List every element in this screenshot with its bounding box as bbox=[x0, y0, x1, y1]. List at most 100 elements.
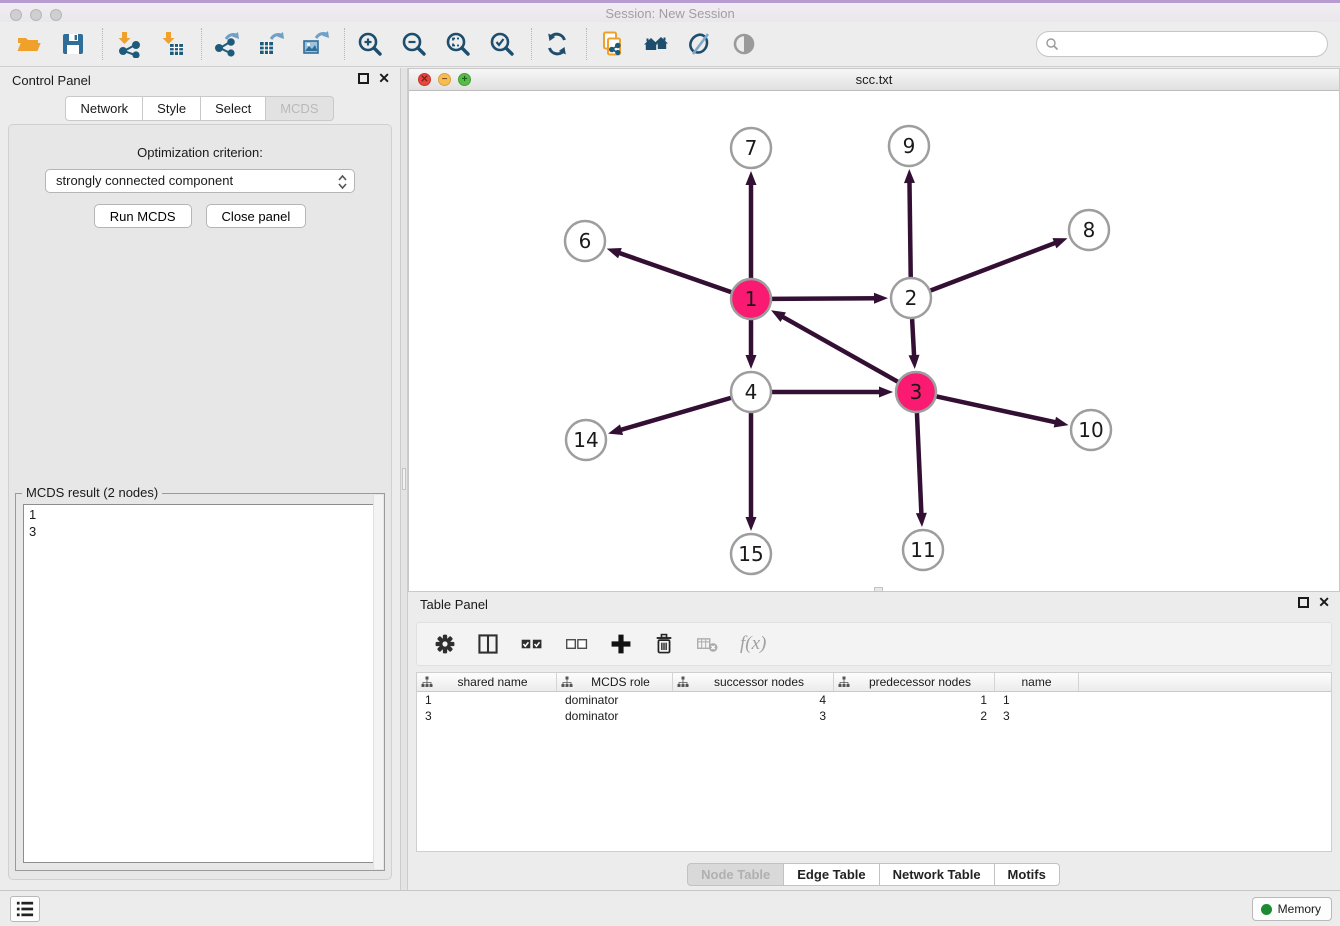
cell-predecessor-nodes[interactable]: 2 bbox=[834, 708, 995, 724]
float-panel-icon[interactable] bbox=[358, 73, 369, 84]
cell-name[interactable]: 1 bbox=[995, 692, 1079, 708]
column-header-name[interactable]: name bbox=[995, 673, 1079, 691]
zoom-out-button[interactable] bbox=[397, 27, 431, 61]
function-builder-button[interactable]: f(x) bbox=[740, 633, 766, 655]
cell-shared-name[interactable]: 3 bbox=[417, 708, 557, 724]
cell-successor-nodes[interactable]: 3 bbox=[673, 708, 834, 724]
search-field[interactable] bbox=[1036, 31, 1328, 57]
contrast-eye-button[interactable] bbox=[727, 27, 761, 61]
mcds-result-text[interactable]: 1 3 bbox=[23, 504, 377, 863]
memory-label: Memory bbox=[1278, 902, 1321, 916]
table-tab-network-table[interactable]: Network Table bbox=[879, 863, 995, 886]
zoom-in-button[interactable] bbox=[353, 27, 387, 61]
edge-1-2[interactable] bbox=[772, 298, 879, 299]
import-table-button[interactable] bbox=[155, 27, 189, 61]
export-image-button[interactable] bbox=[298, 27, 332, 61]
vertical-splitter[interactable] bbox=[400, 68, 408, 890]
export-table-icon bbox=[257, 30, 285, 58]
run-mcds-button[interactable]: Run MCDS bbox=[94, 204, 192, 228]
zoom-selected-icon bbox=[488, 30, 516, 58]
refresh-icon bbox=[543, 30, 571, 58]
graph-node-2[interactable]: 2 bbox=[891, 278, 931, 318]
close-table-panel-icon[interactable]: ✕ bbox=[1318, 597, 1330, 608]
memory-button[interactable]: Memory bbox=[1252, 897, 1332, 921]
cell-MCDS-role[interactable]: dominator bbox=[557, 692, 673, 708]
apply-layout-button[interactable] bbox=[540, 27, 574, 61]
cell-name[interactable]: 3 bbox=[995, 708, 1079, 724]
close-panel-button[interactable]: Close panel bbox=[206, 204, 307, 228]
search-input[interactable] bbox=[1059, 34, 1327, 54]
edge-2-8[interactable] bbox=[931, 241, 1059, 290]
column-header-MCDS-role[interactable]: MCDS role bbox=[557, 673, 673, 691]
cell-successor-nodes[interactable]: 4 bbox=[673, 692, 834, 708]
zoom-fit-button[interactable] bbox=[441, 27, 475, 61]
home-button[interactable] bbox=[639, 27, 673, 61]
control-tab-mcds[interactable]: MCDS bbox=[265, 96, 333, 121]
export-table-button[interactable] bbox=[254, 27, 288, 61]
column-header-successor-nodes[interactable]: successor nodes bbox=[673, 673, 834, 691]
control-tab-style[interactable]: Style bbox=[142, 96, 201, 121]
edge-2-3[interactable] bbox=[912, 319, 914, 360]
split-columns-button[interactable] bbox=[476, 632, 500, 656]
delete-column-button[interactable] bbox=[652, 632, 676, 656]
graph-node-10[interactable]: 10 bbox=[1071, 410, 1111, 450]
result-scrollbar[interactable] bbox=[373, 495, 383, 869]
control-tab-network[interactable]: Network bbox=[65, 96, 143, 121]
column-header-shared-name[interactable]: shared name bbox=[417, 673, 557, 691]
edge-arrow-4-15 bbox=[746, 517, 757, 531]
network-canvas[interactable]: 7 9 6 8 1 2 4 3 14 10 15 11 bbox=[409, 91, 1339, 591]
graph-node-3[interactable]: 3 bbox=[896, 372, 936, 412]
unselect-all-columns-button[interactable] bbox=[564, 632, 590, 656]
select-all-columns-button[interactable] bbox=[519, 632, 545, 656]
splitter-grip[interactable] bbox=[402, 468, 406, 490]
edge-1-6[interactable] bbox=[615, 252, 731, 293]
table-tab-motifs[interactable]: Motifs bbox=[994, 863, 1060, 886]
table-tab-node-table[interactable]: Node Table bbox=[687, 863, 784, 886]
optimization-criterion-select[interactable]: strongly connected component bbox=[45, 169, 355, 193]
duplicate-network-button[interactable] bbox=[595, 27, 629, 61]
edge-2-9[interactable] bbox=[909, 178, 910, 277]
save-session-button[interactable] bbox=[56, 27, 90, 61]
graph-node-9[interactable]: 9 bbox=[889, 126, 929, 166]
edge-3-11[interactable] bbox=[917, 413, 922, 518]
cell-MCDS-role[interactable]: dominator bbox=[557, 708, 673, 724]
edge-4-14[interactable] bbox=[617, 398, 731, 431]
network-window-titlebar[interactable]: ✕ − + scc.txt bbox=[409, 69, 1339, 91]
graph-node-11[interactable]: 11 bbox=[903, 530, 943, 570]
edge-3-1[interactable] bbox=[779, 315, 898, 382]
network-graph[interactable]: 7 9 6 8 1 2 4 3 14 10 15 11 bbox=[409, 91, 1340, 592]
column-header-predecessor-nodes[interactable]: predecessor nodes bbox=[834, 673, 995, 691]
export-network-button[interactable] bbox=[210, 27, 244, 61]
edge-3-10[interactable] bbox=[937, 396, 1060, 423]
cell-shared-name[interactable]: 1 bbox=[417, 692, 557, 708]
table-tab-edge-table[interactable]: Edge Table bbox=[783, 863, 879, 886]
create-column-button[interactable] bbox=[609, 632, 633, 656]
edge-arrow-4-14 bbox=[608, 424, 623, 435]
save-icon bbox=[59, 30, 87, 58]
table-settings-button[interactable] bbox=[433, 632, 457, 656]
zoom-selected-button[interactable] bbox=[485, 27, 519, 61]
graph-node-6[interactable]: 6 bbox=[565, 221, 605, 261]
graph-node-15[interactable]: 15 bbox=[731, 534, 771, 574]
table-row[interactable]: 3dominator323 bbox=[417, 708, 1331, 724]
import-network-button[interactable] bbox=[111, 27, 145, 61]
float-table-panel-icon[interactable] bbox=[1298, 597, 1309, 608]
table-row[interactable]: 1dominator411 bbox=[417, 692, 1331, 708]
table-toolbar: f(x) bbox=[416, 622, 1332, 666]
table-panel-title: Table Panel bbox=[420, 597, 488, 612]
task-history-button[interactable] bbox=[10, 896, 40, 922]
graph-node-4[interactable]: 4 bbox=[731, 372, 771, 412]
graph-node-7[interactable]: 7 bbox=[731, 128, 771, 168]
graph-node-1[interactable]: 1 bbox=[731, 279, 771, 319]
export-image-icon bbox=[301, 30, 329, 58]
graph-node-8[interactable]: 8 bbox=[1069, 210, 1109, 250]
graph-node-14[interactable]: 14 bbox=[566, 420, 606, 460]
trash-icon bbox=[652, 632, 676, 656]
open-session-button[interactable] bbox=[12, 27, 46, 61]
edge-arrow-3-1 bbox=[771, 310, 786, 322]
cell-predecessor-nodes[interactable]: 1 bbox=[834, 692, 995, 708]
graphics-details-button[interactable] bbox=[683, 27, 717, 61]
control-tab-select[interactable]: Select bbox=[200, 96, 266, 121]
delete-table-button[interactable] bbox=[695, 632, 721, 656]
close-panel-icon[interactable]: ✕ bbox=[378, 73, 390, 84]
